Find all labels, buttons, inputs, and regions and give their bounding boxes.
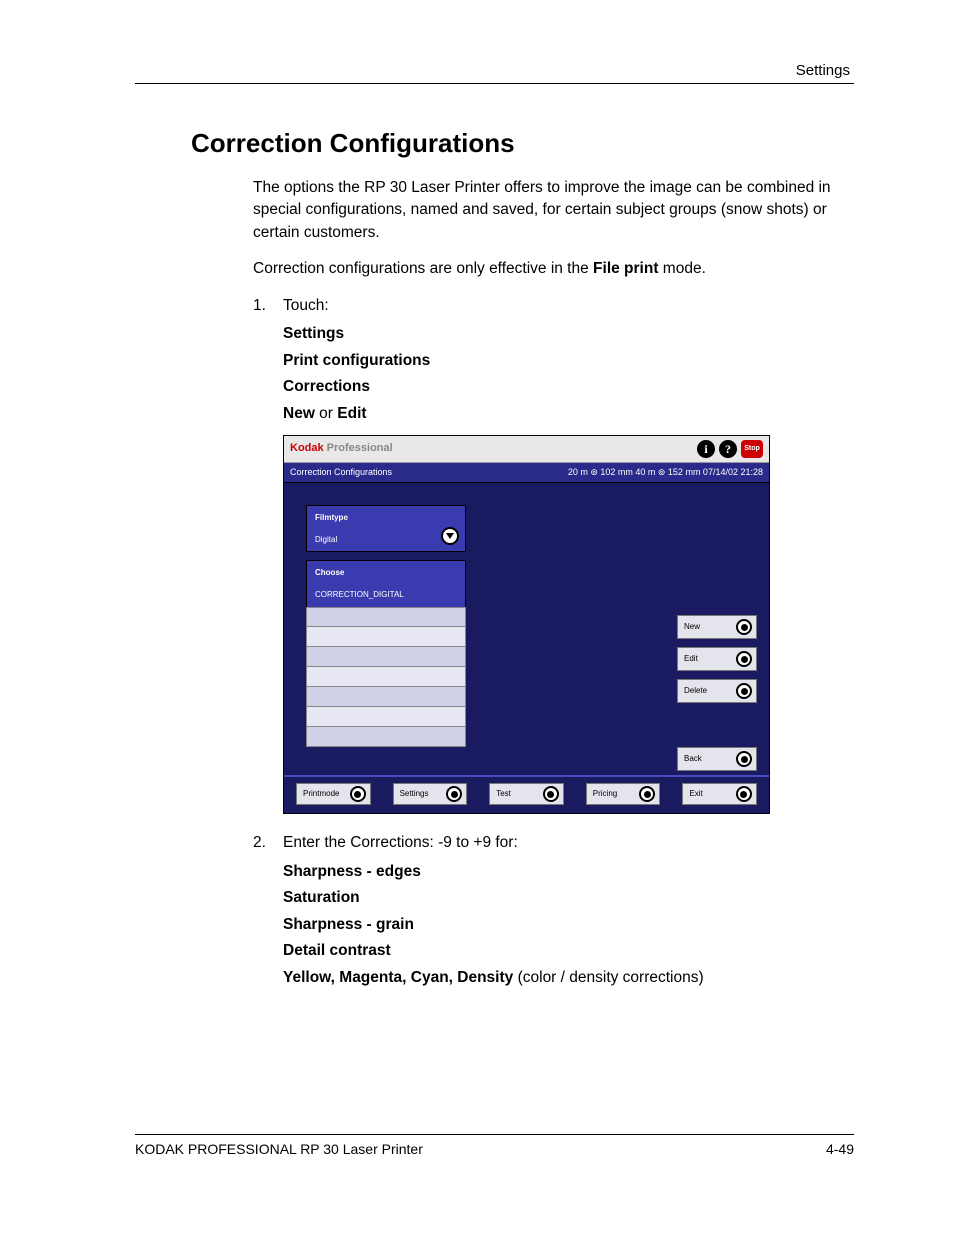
knob-icon (736, 619, 752, 635)
test-button[interactable]: Test (489, 783, 564, 805)
list-item[interactable] (306, 707, 466, 727)
settings-button[interactable]: Settings (393, 783, 468, 805)
shot-status-text: 20 m ⊚ 102 mm 40 m ⊚ 152 mm 07/14/02 21:… (568, 466, 763, 479)
step1-item: Print configurations (283, 350, 854, 372)
intro-paragraph-2: Correction configurations are only effec… (253, 258, 854, 280)
knob-icon (736, 751, 752, 767)
step2-item: Detail contrast (283, 940, 854, 962)
correction-list[interactable] (306, 607, 466, 747)
exit-button[interactable]: Exit (682, 783, 757, 805)
list-item[interactable] (306, 687, 466, 707)
info-icon[interactable]: i (697, 440, 715, 458)
step-1: 1. Touch: (253, 295, 854, 317)
footer-left: KODAK PROFESSIONAL RP 30 Laser Printer (135, 1141, 423, 1157)
list-item[interactable] (306, 727, 466, 747)
pricing-button[interactable]: Pricing (586, 783, 661, 805)
help-icon[interactable]: ? (719, 440, 737, 458)
ui-screenshot: Kodak Professional i ? Stop Correction C… (283, 435, 770, 814)
choose-selected[interactable]: CORRECTION_DIGITAL (315, 589, 457, 601)
shot-footer: Printmode Settings Test Pricing Exit (284, 775, 769, 813)
delete-button[interactable]: Delete (677, 679, 757, 703)
step1-item: Settings (283, 323, 854, 345)
new-button[interactable]: New (677, 615, 757, 639)
list-item[interactable] (306, 647, 466, 667)
knob-icon (543, 786, 559, 802)
footer-page-number: 4-49 (826, 1141, 854, 1157)
brand-logo: Kodak Professional (290, 441, 393, 457)
list-item[interactable] (306, 607, 466, 627)
footer-rule (135, 1134, 854, 1135)
step2-item: Saturation (283, 887, 854, 909)
choose-panel: Choose CORRECTION_DIGITAL (306, 560, 466, 606)
knob-icon (446, 786, 462, 802)
header-rule (135, 83, 854, 84)
back-button[interactable]: Back (677, 747, 757, 771)
page-title: Correction Configurations (191, 128, 854, 159)
step2-item-last: Yellow, Magenta, Cyan, Density (color / … (283, 967, 854, 989)
printmode-button[interactable]: Printmode (296, 783, 371, 805)
step2-item: Sharpness - grain (283, 914, 854, 936)
edit-button[interactable]: Edit (677, 647, 757, 671)
step1-item-last: New or Edit (283, 403, 854, 425)
knob-icon (736, 786, 752, 802)
shot-header: Kodak Professional i ? Stop (284, 436, 769, 463)
shot-title-text: Correction Configurations (290, 466, 392, 479)
step1-item: Corrections (283, 376, 854, 398)
knob-icon (639, 786, 655, 802)
list-item[interactable] (306, 627, 466, 647)
list-item[interactable] (306, 667, 466, 687)
stop-button[interactable]: Stop (741, 440, 763, 458)
intro-paragraph-1: The options the RP 30 Laser Printer offe… (253, 177, 854, 244)
step-2: 2. Enter the Corrections: -9 to +9 for: (253, 832, 854, 854)
step2-item: Sharpness - edges (283, 861, 854, 883)
page-header-label: Settings (135, 62, 854, 79)
knob-icon (736, 651, 752, 667)
knob-icon (350, 786, 366, 802)
filmtype-dropdown[interactable]: Filmtype Digital (306, 505, 466, 552)
knob-icon (736, 683, 752, 699)
